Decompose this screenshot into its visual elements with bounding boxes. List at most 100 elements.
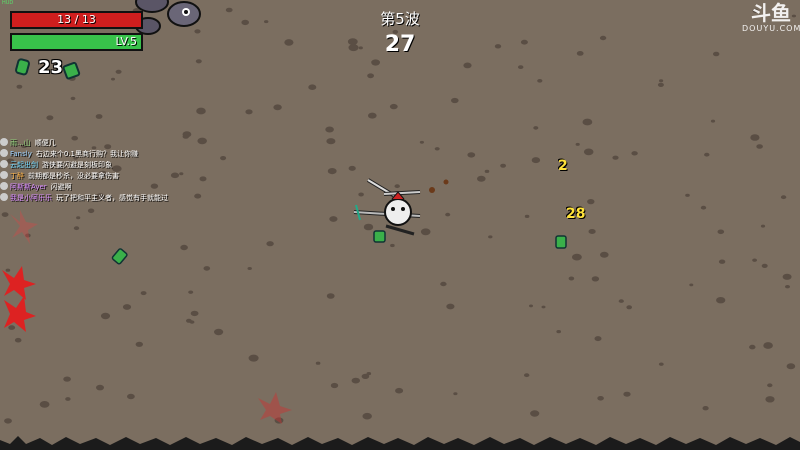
ground-rock xyxy=(451,97,459,104)
avatar xyxy=(0,193,8,201)
ground-rock xyxy=(419,140,424,144)
ground-rock xyxy=(65,397,71,401)
damage-number: 2 xyxy=(558,158,568,174)
ground-rock xyxy=(568,276,575,281)
ground-rock xyxy=(785,285,790,289)
wave-timer: 27 xyxy=(384,32,416,57)
ground-rock xyxy=(524,214,530,218)
ground-rock xyxy=(782,273,792,280)
ground-rock xyxy=(752,258,757,262)
ground-rock xyxy=(367,73,374,79)
materials-count: 23 xyxy=(38,57,64,78)
ground-rock xyxy=(326,138,336,145)
ground-rock xyxy=(713,51,720,57)
ground-rock xyxy=(623,391,631,397)
ground-rock xyxy=(612,155,619,160)
ground-rock xyxy=(591,276,600,282)
material-icon xyxy=(15,58,30,76)
ground-rock xyxy=(599,35,607,41)
chat-username: 阿斯斯Ayer xyxy=(10,183,47,191)
ground-rock xyxy=(484,169,490,173)
avatar xyxy=(0,171,8,179)
chat-text: 玩了把和平主义者，感觉有手就能过 xyxy=(56,194,168,202)
level-text: LV.5 xyxy=(115,35,137,48)
ground-rock xyxy=(463,62,472,69)
ground-rock xyxy=(541,305,546,309)
ground-rock xyxy=(5,268,11,272)
corner-tag: HUD xyxy=(2,0,14,6)
ground-rock xyxy=(330,382,339,389)
chat-message: 云起出剑 游侠要闪避是刻板印象 xyxy=(0,160,260,171)
chat-username: 丁醉 xyxy=(10,172,24,180)
ground-rock xyxy=(689,283,694,287)
game-arena[interactable] xyxy=(0,0,800,450)
ground-rock xyxy=(362,412,372,420)
ground-rock xyxy=(477,175,486,182)
ground-rock xyxy=(14,337,22,343)
ground-rock xyxy=(241,19,249,26)
ground-rock xyxy=(96,384,104,391)
material-drop xyxy=(555,235,567,249)
ground-rock xyxy=(453,392,458,396)
ground-rock xyxy=(190,310,199,317)
ground-rock xyxy=(326,293,335,299)
chat-username: Fansly xyxy=(10,150,32,158)
ground-rock xyxy=(248,354,259,362)
ground-rock xyxy=(73,226,80,231)
ground-rock xyxy=(710,119,716,123)
ground-rock xyxy=(348,165,356,171)
ground-rock xyxy=(530,410,540,417)
chat-username: 云起出剑 xyxy=(10,161,38,169)
ground-rock xyxy=(63,376,71,382)
ground-rock xyxy=(716,297,726,304)
ground-rock xyxy=(520,39,528,45)
chat-username: 我是小阿乐乐 xyxy=(10,194,52,202)
ground-rock xyxy=(763,342,773,349)
ground-rock xyxy=(371,59,380,66)
ground-rock xyxy=(594,336,602,342)
chat-text: 顺便几 xyxy=(34,139,56,147)
ground-rock xyxy=(524,373,530,378)
ground-rock xyxy=(440,281,447,287)
ground-rock xyxy=(394,184,400,189)
avatar xyxy=(0,138,8,146)
chat-username: 雨...山 xyxy=(10,139,31,147)
ground-rock xyxy=(327,168,337,175)
ground-rock xyxy=(531,157,541,164)
material-drop xyxy=(373,230,386,243)
ground-rock xyxy=(488,235,493,239)
ground-rock xyxy=(626,305,632,310)
ground-rock xyxy=(8,325,16,330)
ground-rock xyxy=(749,344,756,350)
ground-rock xyxy=(704,152,710,157)
ground-rock xyxy=(363,223,374,231)
experience-bar: LV.5 xyxy=(10,33,143,51)
ground-rock xyxy=(87,208,95,214)
ground-rock xyxy=(186,318,192,323)
avatar xyxy=(0,182,8,190)
ground-rock xyxy=(135,341,143,347)
ground-rock xyxy=(618,299,624,303)
ground-rock xyxy=(575,142,580,146)
ground-rock xyxy=(195,59,202,64)
ground-rock xyxy=(126,393,135,400)
chat-text: 闪避啊 xyxy=(50,183,72,191)
ground-rock xyxy=(434,147,440,151)
ground-rock xyxy=(1,212,9,218)
douyu-logo: 斗鱼 xyxy=(751,1,791,25)
ground-rock xyxy=(46,115,54,121)
health-text: 13 / 13 xyxy=(57,13,96,26)
ground-rock xyxy=(572,253,582,261)
ground-rock xyxy=(500,163,506,168)
ground-rock xyxy=(529,304,533,308)
ground-rock xyxy=(702,406,709,411)
ground-rock xyxy=(760,224,766,228)
ground-rock xyxy=(659,79,664,83)
ground-rock xyxy=(685,193,690,197)
ground-rock xyxy=(576,51,584,56)
ground-rock xyxy=(247,267,252,270)
ground-rock xyxy=(588,229,596,234)
ground-rock xyxy=(395,387,404,394)
ground-rock xyxy=(264,20,269,24)
live-chat-overlay: 雨...山 顺便几 Fansly 右边来个0.1黑商行购？我让你赚 云起出剑 游侠要闪… xyxy=(0,138,260,204)
